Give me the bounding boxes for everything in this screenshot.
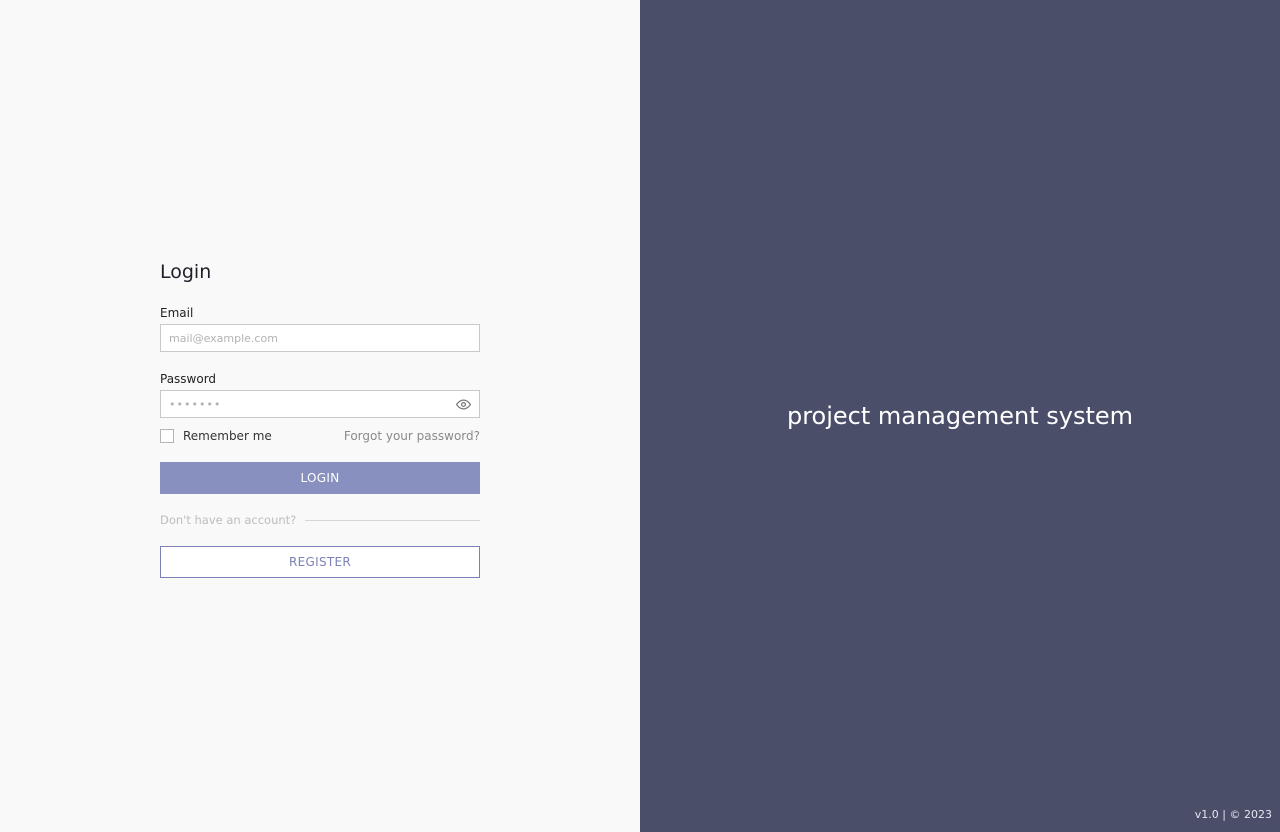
login-form: Login Email Password Remember me [160, 258, 480, 578]
app-title: project management system [786, 402, 1134, 430]
remember-me-control[interactable]: Remember me [160, 429, 272, 443]
email-label: Email [160, 306, 194, 320]
remember-me-label: Remember me [183, 429, 272, 443]
password-label: Password [160, 372, 217, 386]
version-text: v1.0 | © 2023 [1194, 808, 1272, 821]
eye-icon[interactable] [456, 397, 471, 412]
register-button[interactable]: REGISTER [160, 546, 480, 578]
email-input[interactable] [161, 325, 479, 351]
remember-me-checkbox[interactable] [160, 429, 174, 443]
password-field-wrapper [160, 390, 480, 418]
email-field-wrapper [160, 324, 480, 352]
divider-line [305, 519, 480, 521]
login-title: Login [160, 261, 212, 283]
password-input[interactable] [161, 391, 479, 417]
forgot-password-link[interactable]: Forgot your password? [344, 429, 480, 443]
register-divider: Don't have an account? [160, 512, 480, 528]
no-account-text: Don't have an account? [160, 513, 297, 527]
brand-panel: project management system v1.0 | © 2023 [640, 0, 1280, 832]
login-options-row: Remember me Forgot your password? [160, 428, 480, 444]
login-page: Login Email Password Remember me [0, 0, 1280, 832]
login-panel: Login Email Password Remember me [0, 0, 640, 832]
login-button[interactable]: LOGIN [160, 462, 480, 494]
